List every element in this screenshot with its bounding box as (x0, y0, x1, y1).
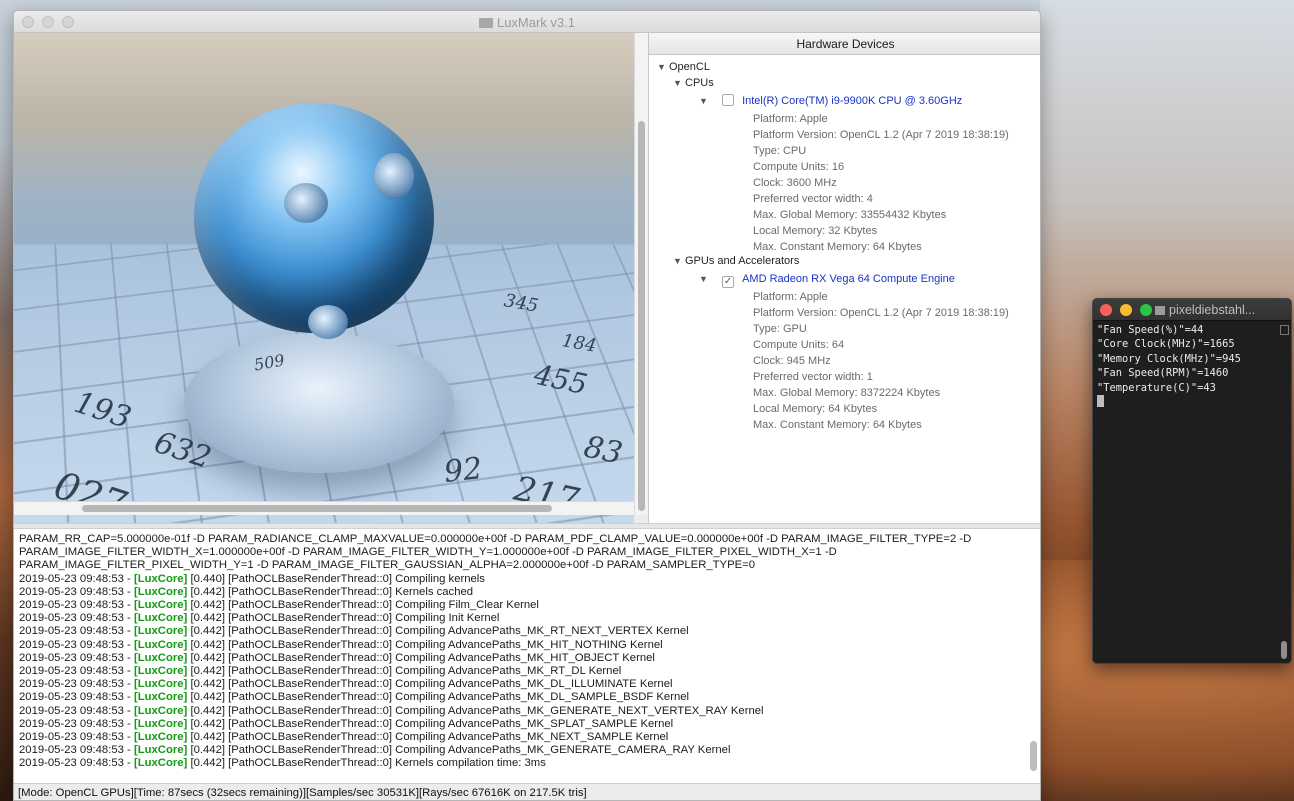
device-property: Compute Units: 64 (753, 339, 845, 351)
render-horizontal-scrollbar[interactable] (14, 501, 634, 515)
device-property: Preferred vector width: 4 (753, 193, 873, 205)
render-floor-number: 92 (442, 451, 484, 490)
terminal-scrollbar[interactable] (1280, 325, 1289, 661)
log-line: 2019-05-23 09:48:53 - [LuxCore] [0.442] … (19, 665, 622, 678)
log-line: 2019-05-23 09:48:53 - [LuxCore] [0.442] … (19, 757, 546, 770)
log-line: PARAM_IMAGE_FILTER_WIDTH_X=1.000000e+00f… (19, 546, 837, 559)
terminal-cursor (1097, 395, 1104, 408)
terminal-titlebar[interactable]: pixeldiebstahl... (1093, 299, 1291, 321)
disclosure-triangle-icon[interactable]: ▼ (699, 271, 711, 287)
render-sphere-hole (308, 305, 348, 339)
gpu-device-checkbox[interactable]: ✓ (722, 276, 735, 288)
log-line: PARAM_RR_CAP=5.000000e-01f -D PARAM_RADI… (19, 533, 972, 545)
log-line: 2019-05-23 09:48:53 - [LuxCore] [0.442] … (19, 731, 669, 744)
log-line: 2019-05-23 09:48:53 - [LuxCore] [0.442] … (19, 612, 500, 625)
terminal-window: pixeldiebstahl... "Fan Speed(%)"=44 "Cor… (1092, 298, 1292, 664)
device-property: Preferred vector width: 1 (753, 371, 873, 383)
device-property: Type: CPU (753, 145, 807, 157)
terminal-line: "Fan Speed(%)"=44 (1097, 324, 1204, 336)
tree-item-opencl[interactable]: ▼ OpenCL (657, 59, 710, 75)
render-floor-number: 83 (580, 429, 626, 472)
window-title: LuxMark v3.1 (14, 15, 1040, 30)
log-line: 2019-05-23 09:48:53 - [LuxCore] [0.442] … (19, 717, 674, 730)
terminal-line: "Memory Clock(MHz)"=945 (1097, 352, 1241, 365)
terminal-line: "Core Clock(MHz)"=1665 (1097, 338, 1235, 351)
log-output[interactable]: PARAM_RR_CAP=5.000000e-01f -D PARAM_RADI… (14, 529, 1040, 783)
log-line: 2019-05-23 09:48:53 - [LuxCore] [0.442] … (19, 744, 731, 757)
device-property: Local Memory: 64 Kbytes (753, 403, 878, 415)
device-property: Max. Constant Memory: 64 Kbytes (753, 419, 922, 431)
log-line: PARAM_IMAGE_FILTER_PIXEL_WIDTH_Y=1 -D PA… (19, 559, 756, 572)
log-line: 2019-05-23 09:48:53 - [LuxCore] [0.442] … (19, 638, 663, 651)
log-line: 2019-05-23 09:48:53 - [LuxCore] [0.440] … (19, 572, 485, 585)
close-button[interactable] (1100, 304, 1112, 316)
tree-item-cpus[interactable]: ▼ CPUs (673, 75, 714, 91)
log-line: 2019-05-23 09:48:53 - [LuxCore] [0.442] … (19, 585, 474, 598)
scrollbar-thumb[interactable] (82, 505, 552, 512)
device-property: Platform: Apple (753, 113, 828, 125)
app-icon (478, 18, 493, 28)
render-sphere-hole (374, 153, 414, 199)
scrollbar-thumb[interactable] (1281, 641, 1287, 659)
render-viewport[interactable]: 193 632 027 217 455 83 92 184 345 509 (14, 33, 634, 523)
tree-item-gpu-device[interactable]: ▼ ✓ AMD Radeon RX Vega 64 Compute Engine (699, 271, 955, 288)
device-property: Platform Version: OpenCL 1.2 (Apr 7 2019… (753, 129, 1009, 141)
disclosure-triangle-icon[interactable]: ▼ (673, 253, 685, 269)
minimize-button[interactable] (1120, 304, 1132, 316)
status-bar: [Mode: OpenCL GPUs][Time: 87secs (32secs… (14, 783, 1040, 800)
log-line: 2019-05-23 09:48:53 - [LuxCore] [0.442] … (19, 678, 673, 691)
terminal-line: "Fan Speed(RPM)"=1460 (1097, 367, 1229, 380)
log-line: 2019-05-23 09:48:53 - [LuxCore] [0.442] … (19, 651, 655, 664)
zoom-button[interactable] (1140, 304, 1152, 316)
disclosure-triangle-icon[interactable]: ▼ (657, 59, 669, 75)
cpu-device-checkbox[interactable] (722, 94, 735, 106)
disclosure-triangle-icon[interactable]: ▼ (699, 93, 711, 109)
device-property: Platform Version: OpenCL 1.2 (Apr 7 2019… (753, 307, 1009, 319)
render-sphere-hole (284, 183, 328, 223)
device-property: Max. Global Memory: 8372224 Kbytes (753, 387, 941, 399)
scrollbar-thumb[interactable] (638, 121, 645, 511)
window-titlebar[interactable]: LuxMark v3.1 (14, 11, 1040, 33)
log-line: 2019-05-23 09:48:53 - [LuxCore] [0.442] … (19, 625, 689, 638)
log-line: 2019-05-23 09:48:53 - [LuxCore] [0.442] … (19, 691, 690, 704)
scrollbar-top (1280, 325, 1289, 335)
terminal-output[interactable]: "Fan Speed(%)"=44 "Core Clock(MHz)"=1665… (1093, 321, 1291, 411)
device-property: Clock: 945 MHz (753, 355, 831, 367)
terminal-title: pixeldiebstahl... (1155, 303, 1255, 317)
device-property: Platform: Apple (753, 291, 828, 303)
device-property: Max. Global Memory: 33554432 Kbytes (753, 209, 947, 221)
home-icon (1155, 306, 1165, 315)
disclosure-triangle-icon[interactable]: ▼ (673, 75, 685, 91)
hardware-devices-header: Hardware Devices (649, 33, 1040, 55)
tree-item-cpu-device[interactable]: ▼ Intel(R) Core(TM) i9-9900K CPU @ 3.60G… (699, 93, 962, 109)
device-property: Clock: 3600 MHz (753, 177, 837, 189)
log-line: 2019-05-23 09:48:53 - [LuxCore] [0.442] … (19, 704, 764, 717)
device-property: Compute Units: 16 (753, 161, 845, 173)
log-line: 2019-05-23 09:48:53 - [LuxCore] [0.442] … (19, 599, 539, 612)
render-vertical-scrollbar[interactable] (634, 33, 648, 515)
tree-item-gpus[interactable]: ▼ GPUs and Accelerators (673, 253, 799, 269)
device-property: Type: GPU (753, 323, 807, 335)
device-property: Local Memory: 32 Kbytes (753, 225, 878, 237)
render-base (184, 333, 454, 473)
hardware-devices-panel: Hardware Devices ▼ OpenCL ▼ CPUs ▼ Intel(R… (648, 33, 1040, 539)
luxmark-window: LuxMark v3.1 193 632 027 217 455 83 92 1… (13, 10, 1041, 801)
terminal-line: "Temperature(C)"=43 (1097, 381, 1216, 394)
log-scrollbar-thumb[interactable] (1030, 741, 1037, 771)
